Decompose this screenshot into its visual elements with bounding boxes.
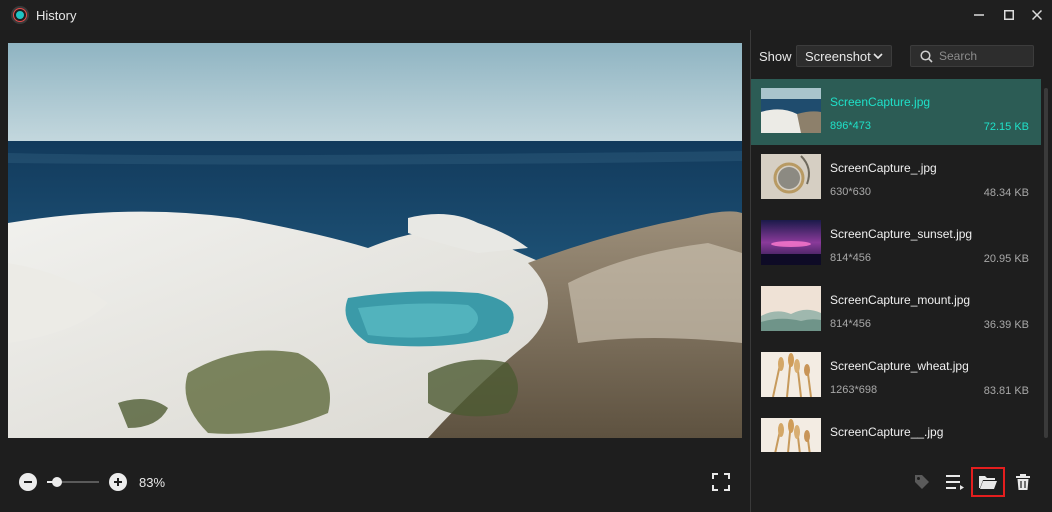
zoom-out-icon bbox=[24, 481, 32, 483]
maximize-button[interactable] bbox=[994, 0, 1024, 30]
minimize-icon bbox=[974, 14, 984, 16]
seascape-image bbox=[8, 43, 742, 438]
close-icon bbox=[1032, 10, 1042, 20]
tag-button[interactable] bbox=[909, 469, 935, 495]
item-dimensions: 814*456 bbox=[830, 252, 871, 264]
list-scrollbar[interactable] bbox=[1044, 88, 1048, 438]
zoom-out-button[interactable] bbox=[19, 473, 37, 491]
zoom-in-button[interactable] bbox=[109, 473, 127, 491]
zoom-in-icon bbox=[114, 478, 122, 486]
filter-select-value: Screenshot bbox=[805, 48, 871, 64]
preview-image[interactable] bbox=[8, 43, 742, 438]
open-folder-button[interactable] bbox=[971, 467, 1005, 497]
minimize-button[interactable] bbox=[964, 0, 994, 30]
fullscreen-icon bbox=[712, 473, 730, 491]
history-list: ScreenCapture.jpg 896*473 72.15 KB Scree… bbox=[751, 79, 1043, 452]
tag-icon bbox=[915, 475, 929, 489]
item-name: ScreenCapture_mount.jpg bbox=[830, 293, 971, 307]
filter-select[interactable]: Screenshot bbox=[796, 45, 892, 67]
list-item[interactable]: ScreenCapture_mount.jpg 814*456 36.39 KB bbox=[751, 277, 1041, 343]
zoom-slider-thumb[interactable] bbox=[52, 477, 63, 487]
item-size: 83.81 KB bbox=[983, 385, 1029, 397]
item-size: 72.15 KB bbox=[983, 121, 1029, 133]
item-name: ScreenCapture_sunset.jpg bbox=[830, 227, 973, 241]
search-input[interactable] bbox=[939, 48, 1029, 64]
item-thumbnail bbox=[761, 418, 821, 452]
item-name: ScreenCapture__.jpg bbox=[830, 425, 944, 439]
item-name: ScreenCapture_.jpg bbox=[830, 161, 937, 175]
list-item[interactable]: ScreenCapture_.jpg 630*630 48.34 KB bbox=[751, 145, 1041, 211]
zoom-bar: 83% bbox=[0, 452, 750, 512]
list-item[interactable]: ScreenCapture__.jpg bbox=[751, 409, 1041, 452]
list-item[interactable]: ScreenCapture_wheat.jpg 1263*698 83.81 K… bbox=[751, 343, 1041, 409]
fullscreen-button[interactable] bbox=[711, 472, 731, 492]
title-bar: History bbox=[0, 0, 1052, 30]
action-bar bbox=[751, 452, 1052, 512]
item-dimensions: 630*630 bbox=[830, 186, 871, 198]
item-thumbnail bbox=[761, 88, 821, 133]
item-size: 48.34 KB bbox=[983, 187, 1029, 199]
item-size: 20.95 KB bbox=[983, 253, 1029, 265]
search-icon bbox=[920, 50, 933, 63]
close-button[interactable] bbox=[1022, 0, 1052, 30]
list-item[interactable]: ScreenCapture_sunset.jpg 814*456 20.95 K… bbox=[751, 211, 1041, 277]
item-name: ScreenCapture.jpg bbox=[830, 95, 931, 109]
app-logo-icon bbox=[11, 6, 29, 24]
trash-icon bbox=[1016, 474, 1030, 490]
preview-area bbox=[0, 30, 750, 452]
item-size: 36.39 KB bbox=[983, 319, 1029, 331]
item-thumbnail bbox=[761, 154, 821, 199]
delete-button[interactable] bbox=[1010, 469, 1036, 495]
item-thumbnail bbox=[761, 352, 821, 397]
folder-open-icon bbox=[979, 476, 997, 489]
history-panel: Show Screenshot ScreenCapture.jpg 896*47… bbox=[751, 30, 1052, 512]
item-name: ScreenCapture_wheat.jpg bbox=[830, 359, 969, 373]
item-thumbnail bbox=[761, 220, 821, 265]
list-view-button[interactable] bbox=[942, 469, 968, 495]
window-title: History bbox=[36, 8, 77, 23]
item-dimensions: 1263*698 bbox=[830, 384, 878, 396]
item-thumbnail bbox=[761, 286, 821, 331]
list-item[interactable]: ScreenCapture.jpg 896*473 72.15 KB bbox=[751, 79, 1041, 145]
show-label: Show bbox=[759, 49, 792, 64]
item-dimensions: 814*456 bbox=[830, 318, 871, 330]
list-icon bbox=[946, 475, 964, 490]
item-dimensions: 896*473 bbox=[830, 120, 871, 132]
zoom-level: 83% bbox=[139, 475, 166, 490]
chevron-down-icon bbox=[873, 53, 883, 60]
maximize-icon bbox=[1004, 10, 1014, 20]
search-box[interactable] bbox=[910, 45, 1034, 67]
